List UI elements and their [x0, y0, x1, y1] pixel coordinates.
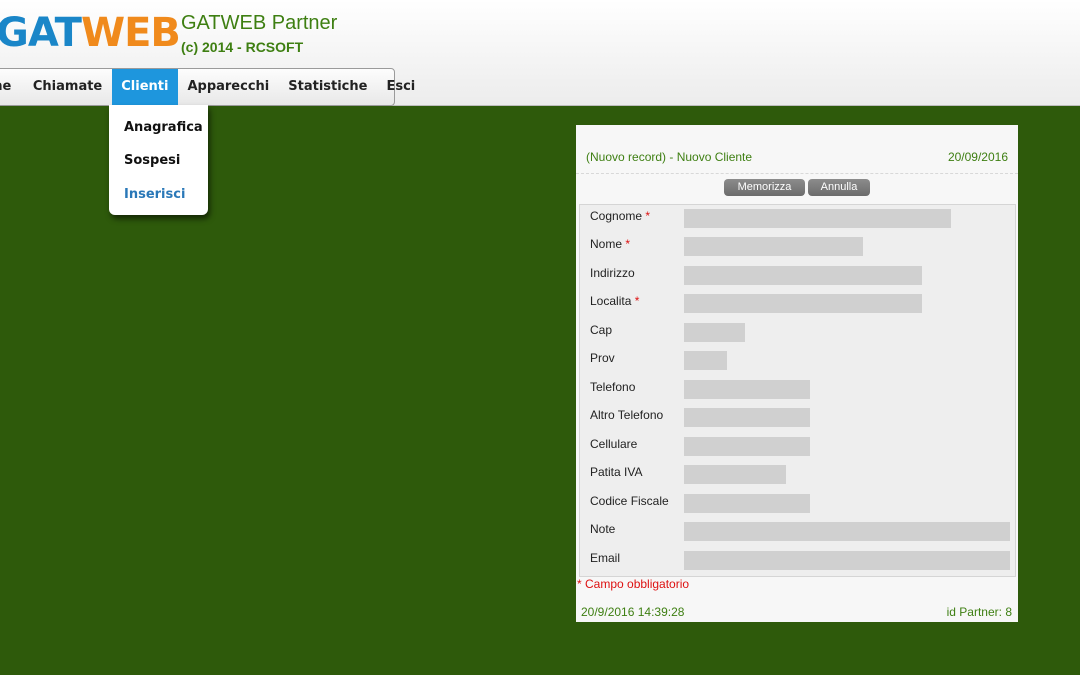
field-label-cellulare: Cellulare — [590, 437, 638, 451]
menu-item-clienti[interactable]: Clienti — [111, 69, 178, 105]
codice-fiscale-input[interactable] — [684, 494, 810, 513]
email-input[interactable] — [684, 551, 1010, 570]
menu-item-apparecchi[interactable]: Apparecchi — [178, 69, 279, 105]
field-label-altro-telefono: Altro Telefono — [590, 408, 664, 422]
required-marker: * — [634, 294, 640, 308]
mandatory-field-note: * Campo obbligatorio — [577, 577, 690, 591]
field-label-cap: Cap — [590, 323, 613, 337]
dropdown-item-anagrafica[interactable]: Anagrafica — [124, 120, 203, 135]
menu-item-statistiche[interactable]: Statistiche — [279, 69, 377, 105]
altro-telefono-input[interactable] — [684, 408, 810, 427]
field-label-localita: Localita * — [590, 294, 640, 308]
nome-input[interactable] — [684, 237, 863, 256]
note-input[interactable] — [684, 522, 1010, 541]
field-label-nome: Nome * — [590, 237, 631, 251]
form-header: (Nuovo record) - Nuovo Cliente 20/09/201… — [576, 125, 1018, 174]
partner-id: id Partner: 8 — [946, 605, 1012, 619]
field-label-indirizzo: Indirizzo — [590, 266, 635, 280]
copyright-text: (c) 2014 - RCSOFT — [181, 39, 304, 55]
field-label-prov: Prov — [590, 351, 615, 365]
menu-item-esci[interactable]: Esci — [377, 69, 425, 105]
new-client-form-panel: (Nuovo record) - Nuovo Cliente 20/09/201… — [576, 125, 1018, 622]
prov-input[interactable] — [684, 351, 727, 370]
form-timestamp: 20/9/2016 14:39:28 — [581, 605, 685, 619]
main-menu-bar: me Chiamate Clienti Apparecchi Statistic… — [0, 68, 415, 106]
localita-input[interactable] — [684, 294, 922, 313]
form-fields: Cognome * Nome * Indirizzo Localita * Ca… — [579, 204, 1016, 577]
menu-item-home[interactable]: me — [0, 69, 23, 105]
gatweb-logo[interactable]: GATWEB — [0, 8, 181, 58]
logo-part-gat: GAT — [0, 10, 82, 56]
cellulare-input[interactable] — [684, 437, 810, 456]
dropdown-item-sospesi[interactable]: Sospesi — [124, 153, 180, 168]
field-label-codice-fiscale: Codice Fiscale — [590, 494, 669, 508]
required-marker: * — [625, 237, 631, 251]
indirizzo-input[interactable] — [684, 266, 922, 285]
menu-item-chiamate[interactable]: Chiamate — [23, 69, 111, 105]
logo-part-web: WEB — [80, 10, 181, 56]
cognome-input[interactable] — [684, 209, 951, 228]
cap-input[interactable] — [684, 323, 745, 342]
save-button[interactable]: Memorizza — [724, 179, 805, 196]
field-label-telefono: Telefono — [590, 380, 636, 394]
form-date: 20/09/2016 — [947, 150, 1008, 164]
field-label-email: Email — [590, 551, 621, 565]
dropdown-item-inserisci[interactable]: Inserisci — [124, 187, 185, 202]
required-marker: * — [645, 209, 651, 223]
field-label-note: Note — [590, 522, 616, 536]
field-label-partita-iva: Patita IVA — [590, 465, 643, 479]
clienti-dropdown-menu: Anagrafica Sospesi Inserisci — [109, 105, 208, 215]
cancel-button[interactable]: Annulla — [808, 179, 870, 196]
partita-iva-input[interactable] — [684, 465, 786, 484]
form-title: (Nuovo record) - Nuovo Cliente — [586, 150, 753, 164]
field-label-cognome: Cognome * — [590, 209, 651, 223]
app-title: GATWEB Partner — [181, 12, 338, 34]
telefono-input[interactable] — [684, 380, 810, 399]
app-header: GATWEB GATWEB Partner (c) 2014 - RCSOFT … — [0, 0, 1080, 106]
